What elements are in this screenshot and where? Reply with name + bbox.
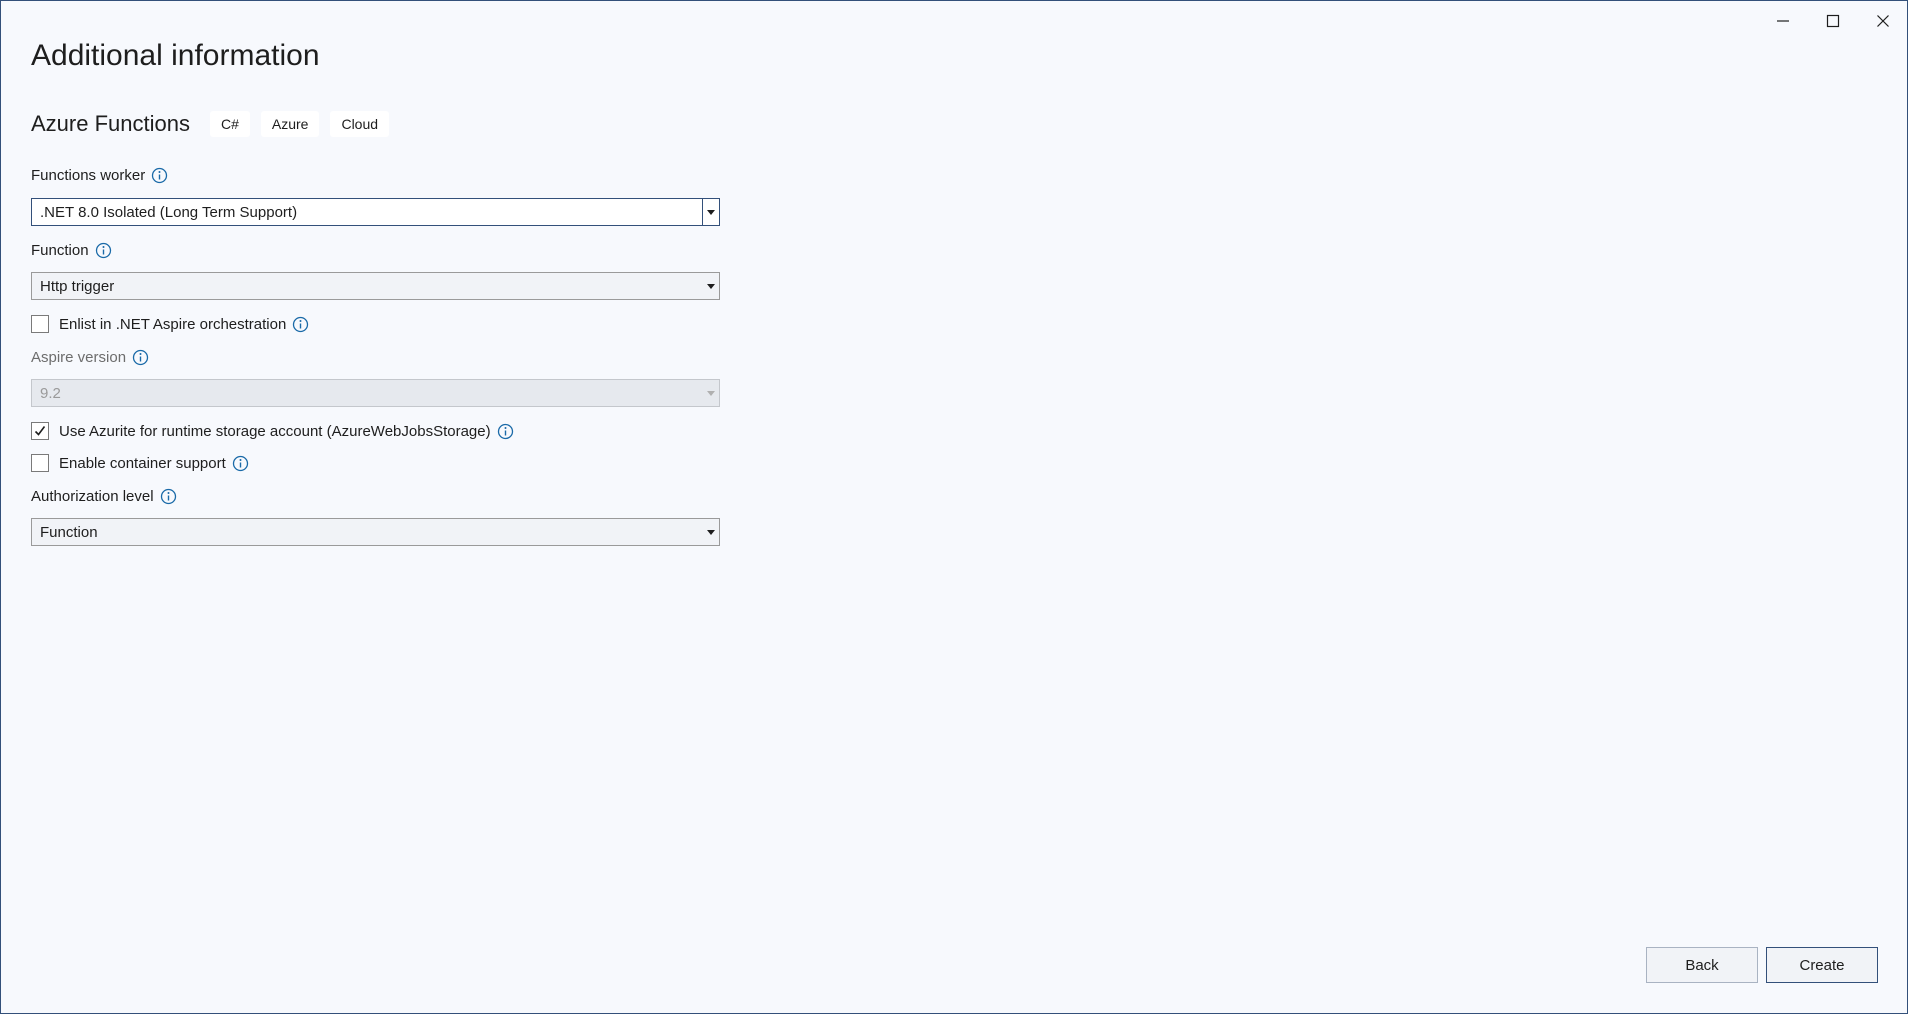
info-icon[interactable]: [151, 167, 168, 184]
info-icon[interactable]: [95, 242, 112, 259]
use-azurite-row[interactable]: Use Azurite for runtime storage account …: [31, 420, 514, 442]
info-icon[interactable]: [132, 349, 149, 366]
authorization-level-label: Authorization level: [31, 487, 154, 505]
dialog-window: Additional information Azure Functions C…: [0, 0, 1908, 1014]
tag-type: Cloud: [330, 111, 390, 137]
template-header: Azure Functions C# Azure Cloud: [31, 109, 400, 139]
aspire-version-value: 9.2: [40, 384, 61, 402]
minimize-button[interactable]: [1760, 5, 1806, 37]
authorization-level-value: Function: [40, 523, 98, 541]
info-icon[interactable]: [232, 455, 249, 472]
function-value: Http trigger: [40, 277, 115, 295]
authorization-level-dropdown[interactable]: Function: [31, 518, 720, 546]
aspire-version-dropdown: 9.2: [31, 379, 720, 407]
chevron-down-icon[interactable]: [703, 273, 719, 299]
close-icon: [1877, 15, 1889, 27]
function-label: Function: [31, 241, 89, 259]
close-button[interactable]: [1860, 5, 1906, 37]
authorization-level-label-row: Authorization level: [31, 485, 177, 507]
functions-worker-value: .NET 8.0 Isolated (Long Term Support): [40, 203, 298, 221]
aspire-version-label: Aspire version: [31, 348, 127, 366]
enlist-aspire-label: Enlist in .NET Aspire orchestration: [59, 315, 287, 333]
function-dropdown[interactable]: Http trigger: [31, 272, 720, 300]
info-icon[interactable]: [292, 316, 309, 333]
page-title: Additional information: [31, 39, 320, 72]
tag-platform: Azure: [260, 111, 320, 137]
chevron-down-icon: [703, 380, 719, 406]
aspire-version-label-row: Aspire version: [31, 346, 149, 368]
minimize-icon: [1777, 20, 1789, 22]
template-name: Azure Functions: [31, 111, 190, 136]
container-support-checkbox[interactable]: [31, 454, 49, 472]
function-label-row: Function: [31, 239, 112, 261]
chevron-down-icon[interactable]: [703, 519, 719, 545]
create-button[interactable]: Create: [1766, 947, 1878, 983]
use-azurite-label: Use Azurite for runtime storage account …: [59, 422, 491, 440]
checkmark-icon: [34, 426, 46, 436]
functions-worker-label: Functions worker: [31, 166, 146, 184]
info-icon[interactable]: [497, 423, 514, 440]
chevron-down-icon[interactable]: [702, 199, 719, 225]
container-support-row[interactable]: Enable container support: [31, 452, 249, 474]
back-button[interactable]: Back: [1646, 947, 1758, 983]
functions-worker-dropdown[interactable]: .NET 8.0 Isolated (Long Term Support): [31, 198, 720, 226]
info-icon[interactable]: [160, 488, 177, 505]
use-azurite-checkbox[interactable]: [31, 422, 49, 440]
tag-language: C#: [209, 111, 250, 137]
maximize-button[interactable]: [1810, 5, 1856, 37]
enlist-aspire-checkbox[interactable]: [31, 315, 49, 333]
container-support-label: Enable container support: [59, 454, 226, 472]
maximize-icon: [1826, 14, 1840, 28]
enlist-aspire-row[interactable]: Enlist in .NET Aspire orchestration: [31, 313, 309, 335]
functions-worker-label-row: Functions worker: [31, 164, 168, 186]
